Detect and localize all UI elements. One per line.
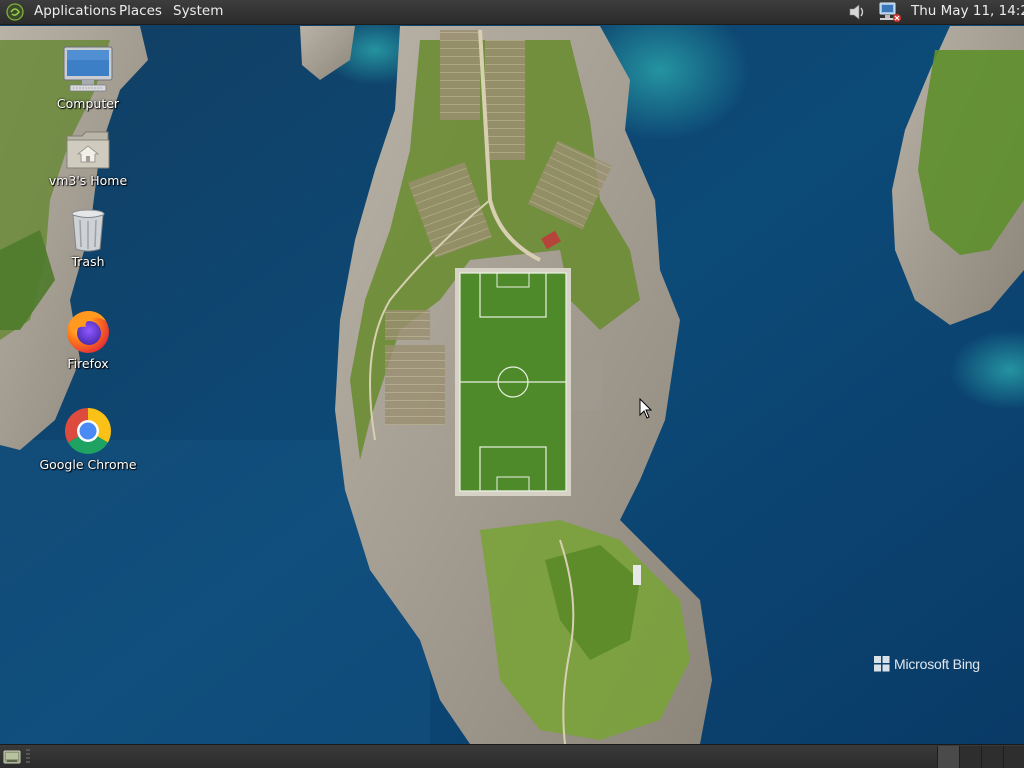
home-folder-icon: [66, 131, 110, 169]
desktop-icon-firefox[interactable]: Firefox: [33, 307, 143, 371]
workspace-1[interactable]: [937, 746, 959, 768]
clock[interactable]: Thu May 11, 14:21: [911, 0, 1024, 24]
show-desktop-icon[interactable]: [3, 749, 21, 765]
desktop-icon-computer[interactable]: Computer: [33, 45, 143, 111]
desktop-icon-chrome[interactable]: Google Chrome: [33, 406, 143, 472]
menu-system[interactable]: System: [173, 0, 223, 24]
firefox-icon: [67, 311, 109, 353]
chrome-icon: [64, 408, 112, 455]
network-disconnected-icon[interactable]: [878, 1, 902, 23]
windows-logo-icon: [874, 656, 890, 672]
desktop-wallpaper: [0, 0, 1024, 768]
menu-applications[interactable]: Applications: [34, 0, 116, 24]
mouse-pointer-icon: [639, 398, 653, 419]
desktop-icon-home[interactable]: vm3's Home: [33, 128, 143, 188]
computer-monitor-icon: [63, 46, 113, 92]
desktop-icon-label: Firefox: [67, 356, 109, 371]
desktop-icon-label: Google Chrome: [39, 457, 137, 472]
speaker-icon[interactable]: [847, 2, 867, 22]
desktop-icon-trash[interactable]: Trash: [33, 207, 143, 269]
desktop-icon-label: vm3's Home: [48, 173, 128, 188]
bottom-panel: [0, 744, 1024, 768]
desktop-icon-label: Computer: [56, 96, 120, 111]
menu-places[interactable]: Places: [119, 0, 162, 24]
workspace-2[interactable]: [959, 746, 981, 768]
panel-drag-handle[interactable]: [26, 749, 30, 765]
distro-logo-icon[interactable]: [6, 3, 24, 21]
workspace-3[interactable]: [981, 746, 1003, 768]
trash-can-icon: [71, 209, 105, 252]
workspace-4[interactable]: [1003, 746, 1024, 768]
bing-watermark-text: Microsoft Bing: [894, 656, 980, 672]
bing-watermark: Microsoft Bing: [874, 656, 980, 672]
desktop-icon-label: Trash: [71, 254, 105, 269]
top-panel: Applications Places System Thu May 11, 1…: [0, 0, 1024, 25]
